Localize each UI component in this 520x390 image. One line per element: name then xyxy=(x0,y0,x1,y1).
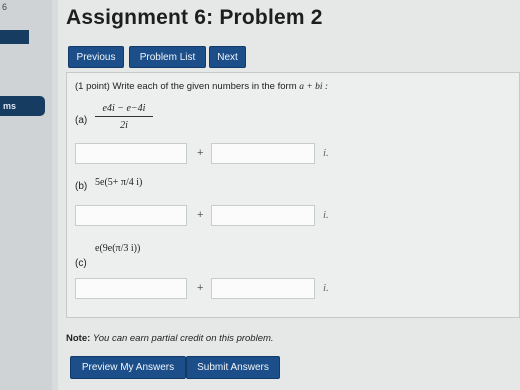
part-a-real-input[interactable] xyxy=(75,143,187,164)
part-a-denominator: 2i xyxy=(120,120,128,131)
page-title: Assignment 6: Problem 2 xyxy=(66,6,323,29)
part-b-plus: + xyxy=(197,209,204,221)
partial-credit-note: Note: You can earn partial credit on thi… xyxy=(66,333,274,344)
problem-list-button[interactable]: Problem List xyxy=(129,46,206,68)
preview-answers-button[interactable]: Preview My Answers xyxy=(70,356,186,379)
note-label: Note: xyxy=(66,333,91,344)
part-b-label: (b) xyxy=(75,181,88,192)
part-b-i: i. xyxy=(323,209,329,221)
part-b-imag-input[interactable] xyxy=(211,205,315,226)
submit-answers-button[interactable]: Submit Answers xyxy=(186,356,280,379)
form-expression: a + bi : xyxy=(299,82,329,92)
part-c-plus: + xyxy=(197,282,204,294)
prompt-text: Write each of the given numbers in the f… xyxy=(112,81,297,92)
part-b-real-input[interactable] xyxy=(75,205,187,226)
sidebar: 6 ms xyxy=(0,0,52,390)
note-text: You can earn partial credit on this prob… xyxy=(92,333,274,344)
part-a-imag-input[interactable] xyxy=(211,143,315,164)
previous-button[interactable]: Previous xyxy=(68,46,124,68)
points: (1 point) xyxy=(75,81,110,92)
sidebar-item-problems[interactable]: ms xyxy=(0,96,45,116)
part-c-label: (c) xyxy=(75,258,87,269)
problem-prompt: (1 point) Write each of the given number… xyxy=(75,81,328,92)
part-c-imag-input[interactable] xyxy=(211,278,315,299)
part-c-expression: e(9e(π/3 i)) xyxy=(95,243,141,254)
part-a-i: i. xyxy=(323,147,329,159)
next-button[interactable]: Next xyxy=(209,46,246,68)
part-a-label: (a) xyxy=(75,115,88,126)
part-a-fraction: e4i − e−4i 2i xyxy=(95,103,153,131)
part-b-expression: 5e(5+ π/4 i) xyxy=(95,177,143,188)
part-c-real-input[interactable] xyxy=(75,278,187,299)
main-content: Assignment 6: Problem 2 Previous Problem… xyxy=(58,0,520,390)
part-a-plus: + xyxy=(197,147,204,159)
sidebar-item-active[interactable] xyxy=(0,30,29,44)
problem-panel: (1 point) Write each of the given number… xyxy=(66,72,520,318)
part-a-numerator: e4i − e−4i xyxy=(95,103,153,117)
part-c-i: i. xyxy=(323,282,329,294)
sidebar-number: 6 xyxy=(2,2,8,12)
